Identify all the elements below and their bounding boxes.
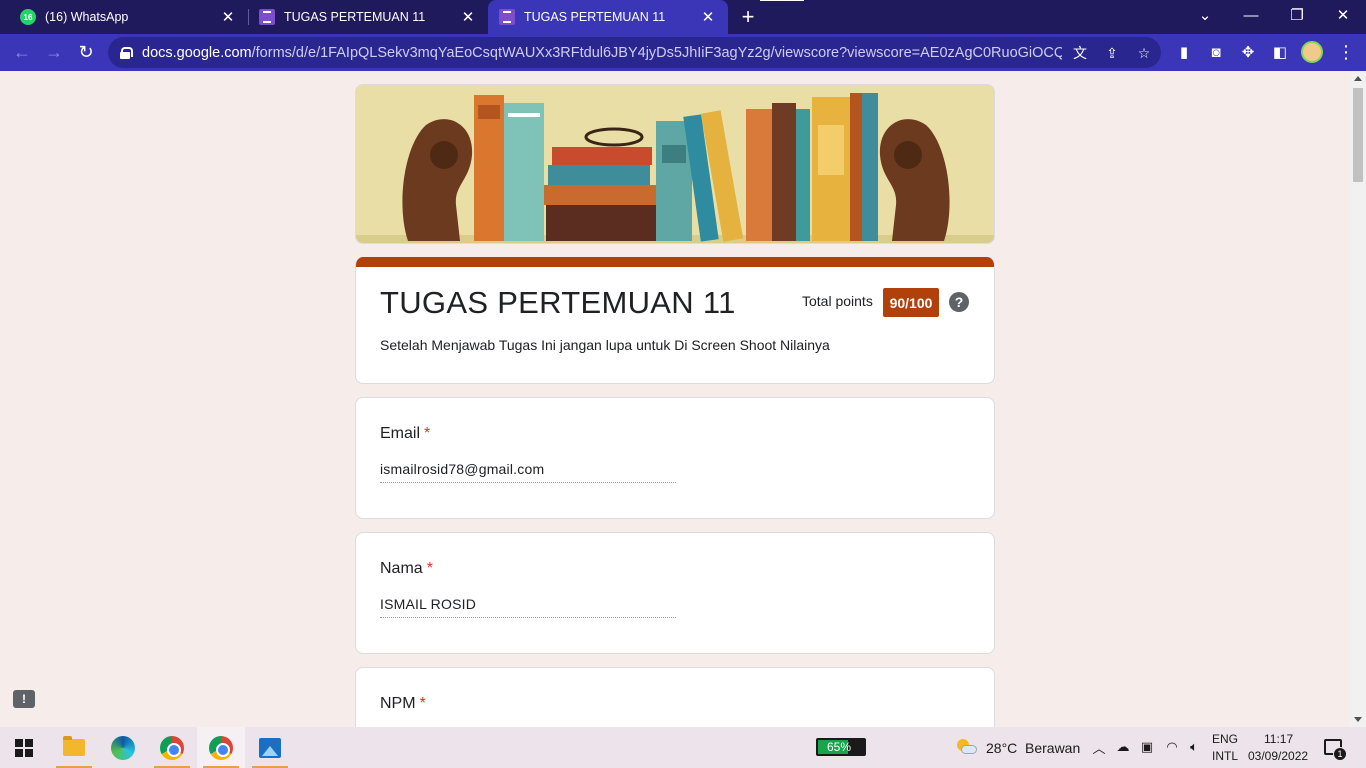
page-viewport: TUGAS PERTEMUAN 11 Total points 90/100 ?… xyxy=(0,71,1350,727)
tab-tugas-pertemuan-1[interactable]: TUGAS PERTEMUAN 11 ✕ xyxy=(248,0,488,34)
scrollbar-thumb[interactable] xyxy=(1353,88,1363,182)
start-button[interactable] xyxy=(0,727,48,768)
notification-count-badge: 1 xyxy=(1333,747,1347,761)
required-asterisk: * xyxy=(424,425,431,442)
url-host: docs.google.com xyxy=(142,44,252,61)
weather-condition[interactable]: Berawan xyxy=(1025,740,1080,756)
close-icon[interactable]: ✕ xyxy=(698,7,718,27)
title-card-accent-bar xyxy=(356,257,994,267)
windows-logo-icon xyxy=(15,738,33,757)
question-card-email: Email * ismailrosid78@gmail.com xyxy=(355,397,995,519)
bookmark-star-icon[interactable]: ☆ xyxy=(1136,45,1152,61)
tab-whatsapp[interactable]: 16 (16) WhatsApp ✕ xyxy=(0,0,249,34)
battery-percent: 65% xyxy=(826,740,852,754)
page-scrollbar[interactable] xyxy=(1350,71,1366,727)
browser-toolbar: ← → ↻ docs.google.com/forms/d/e/1FAIpQLS… xyxy=(0,34,1366,71)
form-title-card: TUGAS PERTEMUAN 11 Total points 90/100 ?… xyxy=(355,257,995,384)
weather-temperature[interactable]: 28°C xyxy=(986,740,1017,756)
whatsapp-icon: 16 xyxy=(20,9,36,25)
extensions-puzzle-icon[interactable]: ✥ xyxy=(1238,42,1258,62)
chrome-icon xyxy=(160,735,184,760)
url-path: /forms/d/e/1FAIpQLSekv3mqYaEoCsqtWAUXx3R… xyxy=(251,44,1062,61)
form-title: TUGAS PERTEMUAN 11 xyxy=(380,285,736,320)
new-tab-button[interactable]: + xyxy=(736,4,760,29)
scroll-down-arrow-icon[interactable] xyxy=(1354,717,1362,722)
tab-title: TUGAS PERTEMUAN 11 xyxy=(284,10,426,24)
total-points-label: Total points xyxy=(802,293,873,309)
windows-taskbar: 65% 28°C Berawan ︿ ☁ ▣ ◠ 🔈︎ ENG INTL 11:… xyxy=(0,727,1366,768)
taskbar-photos[interactable] xyxy=(246,727,294,768)
tab-title: TUGAS PERTEMUAN 11 xyxy=(524,10,666,24)
required-asterisk: * xyxy=(419,695,426,712)
translate-icon[interactable]: 文 xyxy=(1072,45,1088,61)
answer-text: ISMAIL ROSID xyxy=(380,596,676,618)
question-card-nama: Nama * ISMAIL ROSID xyxy=(355,532,995,654)
clock-date[interactable]: 03/09/2022 xyxy=(1248,749,1308,763)
onedrive-cloud-icon[interactable]: ☁ xyxy=(1115,739,1131,755)
close-icon[interactable]: ✕ xyxy=(458,7,478,27)
score-badge: 90/100 xyxy=(883,288,939,317)
scroll-up-arrow-icon[interactable] xyxy=(1354,76,1362,81)
extension-docs-icon[interactable]: ▮ xyxy=(1174,42,1194,62)
tab-title: (16) WhatsApp xyxy=(45,10,129,24)
form-description: Setelah Menjawab Tugas Ini jangan lupa u… xyxy=(380,337,830,353)
weather-cloudy-icon[interactable] xyxy=(955,737,977,757)
url-text[interactable]: docs.google.com/forms/d/e/1FAIpQLSekv3mq… xyxy=(142,45,1062,61)
photos-icon xyxy=(259,737,281,758)
profile-avatar[interactable] xyxy=(1301,41,1323,63)
google-forms-icon xyxy=(499,9,515,25)
chevron-up-icon[interactable]: ︿ xyxy=(1091,739,1107,756)
question-label: Email * xyxy=(380,425,430,443)
form-header-banner xyxy=(355,84,995,244)
reload-icon[interactable]: ↻ xyxy=(72,38,100,66)
close-icon[interactable]: ✕ xyxy=(218,7,238,27)
report-feedback-icon[interactable]: ! xyxy=(13,690,35,708)
taskbar-file-explorer[interactable] xyxy=(50,727,98,768)
chrome-icon xyxy=(209,735,233,760)
taskbar-chrome-profile-2[interactable] xyxy=(197,727,245,768)
battery-indicator[interactable]: 65% xyxy=(816,738,866,756)
question-label: Nama * xyxy=(380,560,433,578)
bookshelf-illustration xyxy=(356,85,994,243)
address-bar[interactable]: docs.google.com/forms/d/e/1FAIpQLSekv3mq… xyxy=(108,37,1161,68)
window-close-icon[interactable]: ✕ xyxy=(1320,0,1366,30)
tab-accent-line xyxy=(760,0,804,1)
camera-extension-icon[interactable]: ◙ xyxy=(1206,42,1226,62)
wifi-icon[interactable]: ◠ xyxy=(1164,739,1180,755)
google-forms-icon xyxy=(259,9,275,25)
back-arrow-icon[interactable]: ← xyxy=(8,38,36,66)
lock-icon[interactable] xyxy=(120,46,133,59)
question-label: NPM * xyxy=(380,695,426,713)
answer-text: ismailrosid78@gmail.com xyxy=(380,461,676,483)
required-asterisk: * xyxy=(426,560,433,577)
security-icon[interactable]: ▣ xyxy=(1139,739,1155,755)
question-card-npm: NPM * xyxy=(355,667,995,727)
restore-icon[interactable]: ❐ xyxy=(1274,0,1320,30)
language-code[interactable]: ENG xyxy=(1212,732,1238,746)
folder-icon xyxy=(63,736,85,756)
forward-arrow-icon[interactable]: → xyxy=(40,38,68,66)
tab-strip: 16 (16) WhatsApp ✕ TUGAS PERTEMUAN 11 ✕ … xyxy=(0,0,1366,34)
edge-icon xyxy=(111,735,135,760)
taskbar-chrome-profile-1[interactable] xyxy=(148,727,196,768)
question-text: Email xyxy=(380,425,421,442)
question-text: NPM xyxy=(380,695,416,712)
share-icon[interactable]: ⇪ xyxy=(1104,45,1120,61)
volume-icon[interactable]: 🔈︎ xyxy=(1186,739,1202,755)
side-panel-icon[interactable]: ◧ xyxy=(1270,42,1290,62)
menu-kebab-icon[interactable]: ⋮ xyxy=(1337,42,1355,62)
help-icon[interactable]: ? xyxy=(949,292,969,312)
question-text: Nama xyxy=(380,560,423,577)
keyboard-layout[interactable]: INTL xyxy=(1212,749,1238,763)
clock-time[interactable]: 11:17 xyxy=(1264,732,1293,746)
taskbar-edge[interactable] xyxy=(99,727,147,768)
tab-tugas-pertemuan-active[interactable]: TUGAS PERTEMUAN 11 ✕ xyxy=(488,0,728,34)
minimize-icon[interactable]: — xyxy=(1228,0,1274,30)
tab-search-chevron-icon[interactable]: ⌄ xyxy=(1182,0,1228,30)
